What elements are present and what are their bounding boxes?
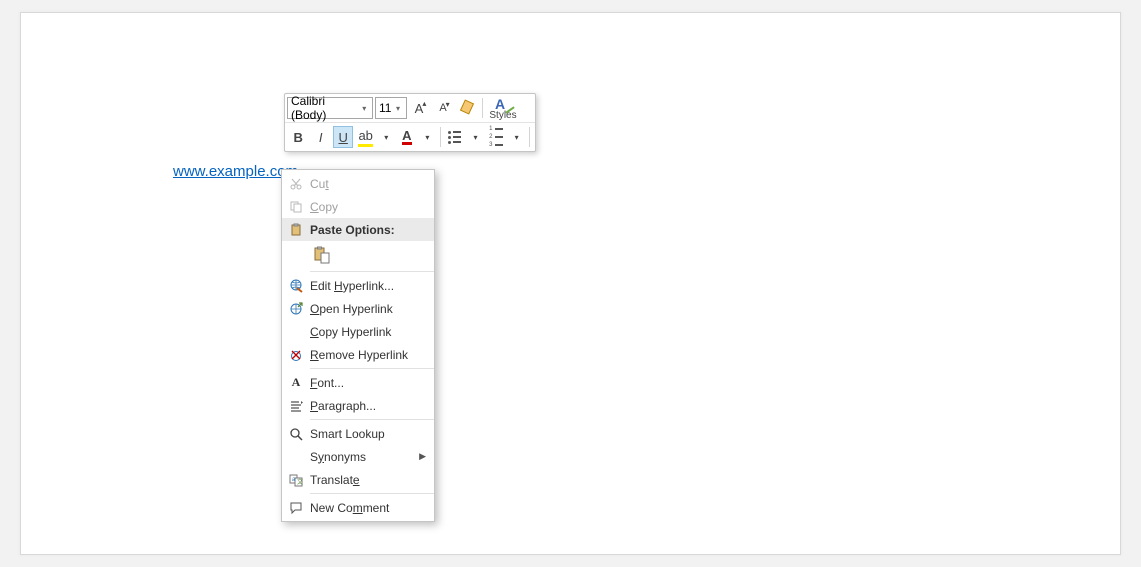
italic-button[interactable]: I	[310, 126, 330, 148]
bold-button[interactable]: B	[288, 126, 308, 148]
chevron-down-icon[interactable]: ▾	[360, 98, 369, 118]
underline-button[interactable]: U	[333, 126, 354, 148]
menu-open-hyperlink[interactable]: Open Hyperlink	[282, 297, 434, 320]
separator	[310, 493, 434, 494]
menu-cut[interactable]: Cut	[282, 172, 434, 195]
numbering-button[interactable]: 1 2 3	[486, 126, 506, 148]
menu-label: Open Hyperlink	[310, 302, 426, 316]
menu-label: Font...	[310, 376, 426, 390]
menu-paragraph[interactable]: Paragraph...	[282, 394, 434, 417]
styles-button[interactable]: A Styles	[486, 96, 520, 121]
scissors-icon	[282, 177, 310, 191]
menu-font[interactable]: A Font...	[282, 371, 434, 394]
menu-label: Paragraph...	[310, 399, 426, 413]
styles-icon: A	[493, 96, 513, 110]
chevron-down-icon[interactable]: ▾	[378, 126, 395, 148]
menu-label: Smart Lookup	[310, 427, 426, 441]
chevron-down-icon[interactable]: ▾	[419, 126, 436, 148]
menu-edit-hyperlink[interactable]: Edit Hyperlink...	[282, 274, 434, 297]
bullets-icon	[448, 131, 461, 144]
menu-label: Edit Hyperlink...	[310, 279, 426, 293]
chevron-down-icon[interactable]: ▾	[467, 126, 484, 148]
separator	[482, 98, 483, 118]
menu-label: Paste Options:	[310, 223, 426, 237]
menu-new-comment[interactable]: New Comment	[282, 496, 434, 519]
document-page[interactable]: www.example.com Calibri (Body) ▾ 11 ▾ A▴…	[20, 12, 1121, 555]
chevron-down-icon[interactable]: ▾	[508, 126, 525, 148]
paste-options-row	[282, 241, 434, 269]
numbering-icon: 1 2 3	[489, 126, 503, 148]
paste-keep-source-button[interactable]	[310, 243, 334, 267]
menu-translate[interactable]: a文 Translate	[282, 468, 434, 491]
font-name-value: Calibri (Body)	[291, 94, 360, 122]
chevron-down-icon[interactable]: ▾	[393, 98, 403, 118]
menu-label: Synonyms	[310, 450, 419, 464]
menu-label: Translate	[310, 473, 426, 487]
globe-open-icon	[282, 302, 310, 316]
comment-icon	[282, 501, 310, 515]
globe-link-icon	[282, 279, 310, 293]
brush-icon	[460, 101, 474, 115]
shrink-font-button[interactable]: A▾	[432, 97, 454, 119]
mini-toolbar: Calibri (Body) ▾ 11 ▾ A▴ A▾ A Styles B I	[284, 93, 536, 152]
menu-label: New Comment	[310, 501, 426, 515]
magnifier-icon	[282, 427, 310, 441]
remove-link-icon	[282, 348, 310, 362]
separator	[440, 127, 441, 147]
chevron-right-icon: ▶	[419, 451, 426, 462]
grow-font-button[interactable]: A▴	[408, 97, 430, 119]
menu-copy[interactable]: Copy	[282, 195, 434, 218]
menu-label: Remove Hyperlink	[310, 348, 426, 362]
separator	[529, 127, 530, 147]
font-name-combo[interactable]: Calibri (Body) ▾	[287, 97, 373, 119]
menu-label: Cut	[310, 177, 426, 191]
paragraph-icon	[282, 399, 310, 413]
clipboard-icon	[282, 223, 310, 237]
font-icon: A	[282, 375, 310, 390]
format-painter-button[interactable]	[456, 97, 478, 119]
copy-icon	[282, 200, 310, 214]
menu-label: Copy Hyperlink	[310, 325, 426, 339]
separator	[310, 271, 434, 272]
menu-paste-options-header: Paste Options:	[282, 218, 434, 241]
separator	[310, 368, 434, 369]
font-size-value: 11	[379, 101, 391, 115]
menu-remove-hyperlink[interactable]: Remove Hyperlink	[282, 343, 434, 366]
menu-synonyms[interactable]: Synonyms ▶	[282, 445, 434, 468]
menu-smart-lookup[interactable]: Smart Lookup	[282, 422, 434, 445]
menu-label: Copy	[310, 200, 426, 214]
svg-text:文: 文	[297, 478, 303, 486]
font-size-combo[interactable]: 11 ▾	[375, 97, 407, 119]
paste-icon	[313, 246, 331, 264]
app-viewport: www.example.com Calibri (Body) ▾ 11 ▾ A▴…	[0, 0, 1141, 567]
font-color-button[interactable]: A	[397, 126, 417, 148]
hyperlink-text[interactable]: www.example.com	[173, 163, 298, 180]
context-menu: Cut Copy Paste Options:	[281, 169, 435, 522]
highlight-color-button[interactable]: ab	[355, 126, 375, 148]
translate-icon: a文	[282, 473, 310, 487]
separator	[310, 419, 434, 420]
menu-copy-hyperlink[interactable]: Copy Hyperlink	[282, 320, 434, 343]
bullets-button[interactable]	[445, 126, 465, 148]
